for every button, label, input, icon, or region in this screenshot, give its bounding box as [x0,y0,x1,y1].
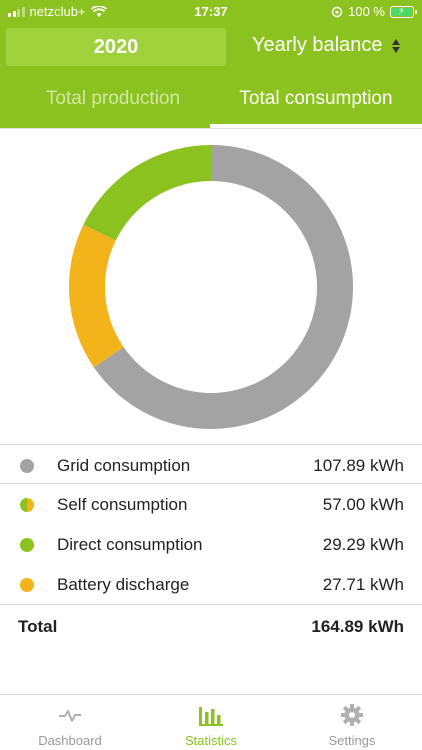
period-selector[interactable]: Yearly balance [252,34,401,57]
year-selector[interactable]: 2020 [6,28,226,66]
bar-chart-icon [199,707,223,726]
sort-arrows-icon [392,38,401,53]
legend-row-direct: Direct consumption 29.29 kWh [0,524,422,564]
legend-row-battery: Battery discharge 27.71 kWh [0,564,422,604]
pulse-icon [59,710,81,722]
legend-row-total: Total 164.89 kWh [0,604,422,646]
battery-dot-icon [20,578,34,592]
donut-slice-direct-consumption [83,145,211,241]
nav-label: Settings [328,733,376,748]
nav-statistics[interactable]: Statistics [141,695,281,750]
nav-label: Dashboard [38,733,102,748]
status-right: 100 % ⚡ [331,4,417,19]
year-label: 2020 [93,35,139,58]
legend-label: Self consumption [57,495,188,514]
total-value: 164.89 kWh [311,617,404,636]
legend-value: 57.00 kWh [322,495,404,514]
grid-dot-icon [20,459,34,473]
gear-icon [341,704,363,726]
legend-row-grid: Grid consumption 107.89 kWh [0,444,422,484]
legend-label: Battery discharge [57,575,190,594]
legend-table: Grid consumption 107.89 kWh Self consump… [0,444,422,646]
nav-label: Statistics [184,733,237,748]
legend-label: Direct consumption [57,535,203,554]
status-bar: netzclub+ 17:37 100 % ⚡ [0,0,422,24]
legend-label: Grid consumption [57,456,191,475]
nav-dashboard[interactable]: Dashboard [0,695,140,750]
split-dot-icon [20,498,34,512]
tab-total-production[interactable]: Total production [0,88,226,110]
app: netzclub+ 17:37 100 % ⚡ 2020 Yearly bala… [0,0,422,750]
orientation-lock-icon [331,6,343,17]
battery-icon: ⚡ [390,5,417,18]
nav-settings[interactable]: Settings [282,695,422,750]
legend-value: 29.29 kWh [322,535,404,554]
legend-value: 27.71 kWh [322,575,404,594]
legend-row-self: Self consumption 57.00 kWh [0,484,422,524]
bottom-nav: Dashboard Statistics Settings [0,694,422,750]
donut-chart [69,145,353,430]
direct-dot-icon [20,538,34,552]
battery-percent: 100 % [348,4,385,19]
legend-value: 107.89 kWh [313,456,404,475]
donut-slice-battery-discharge [69,224,124,368]
tab-total-consumption[interactable]: Total consumption [210,88,422,110]
period-label: Yearly balance [252,34,383,56]
chart-area [0,128,422,444]
total-label: Total [18,617,58,636]
header: netzclub+ 17:37 100 % ⚡ 2020 Yearly bala… [0,0,422,128]
